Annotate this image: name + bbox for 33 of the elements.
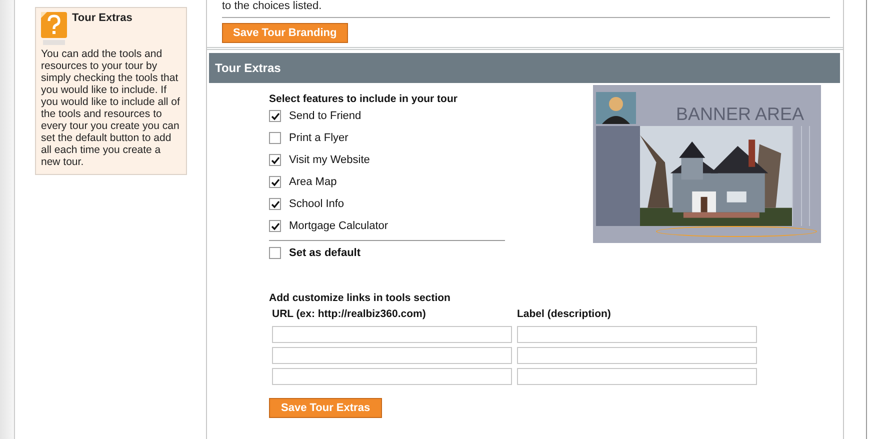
column-header: Label (description) (517, 308, 612, 320)
section-title: Tour Extras (215, 61, 281, 75)
banner-text: BANNER AREA (676, 104, 804, 124)
feature-label: Print a Flyer (289, 132, 348, 144)
avatar-icon (596, 92, 636, 124)
links-heading: Add customize links in tools section (269, 292, 452, 304)
feature-checkbox[interactable] (269, 220, 281, 232)
branding-note: to the choices listed. (222, 0, 830, 18)
feature-label: Visit my Website (289, 154, 370, 166)
feature-checkbox[interactable] (269, 154, 281, 166)
feature-label: Area Map (289, 176, 337, 188)
feature-checkbox[interactable] (269, 110, 281, 122)
default-checkbox[interactable] (269, 247, 281, 259)
feature-label: Mortgage Calculator (289, 220, 388, 232)
help-text: You can add the tools and resources to your tour by simply checking the tools that you would like to include. If you would like to include all of the tools and resources to every tour you create you can set the default button to add all each time you create a new tour. (41, 48, 181, 168)
save-tour-extras-button[interactable]: Save Tour Extras (269, 398, 382, 418)
feature-label: School Info (289, 198, 344, 210)
column-header: URL (ex: http://realbiz360.com) (272, 308, 427, 320)
feature-label: Send to Friend (289, 110, 362, 122)
link-input-field[interactable] (517, 368, 757, 385)
save-tour-branding-button[interactable]: Save Tour Branding (222, 23, 348, 43)
question-icon (41, 12, 67, 46)
feature-checkbox[interactable] (269, 132, 281, 144)
help-title: Tour Extras (72, 12, 132, 24)
link-input-field[interactable] (272, 347, 512, 364)
link-input-field[interactable] (517, 326, 757, 343)
default-label: Set as default (289, 247, 361, 259)
feature-checkbox[interactable] (269, 198, 281, 210)
features-heading: Select features to include in your tour (269, 93, 458, 105)
link-input-field[interactable] (517, 347, 757, 364)
link-input-field[interactable] (272, 368, 512, 385)
feature-checkbox[interactable] (269, 176, 281, 188)
link-input-field[interactable] (272, 326, 512, 343)
